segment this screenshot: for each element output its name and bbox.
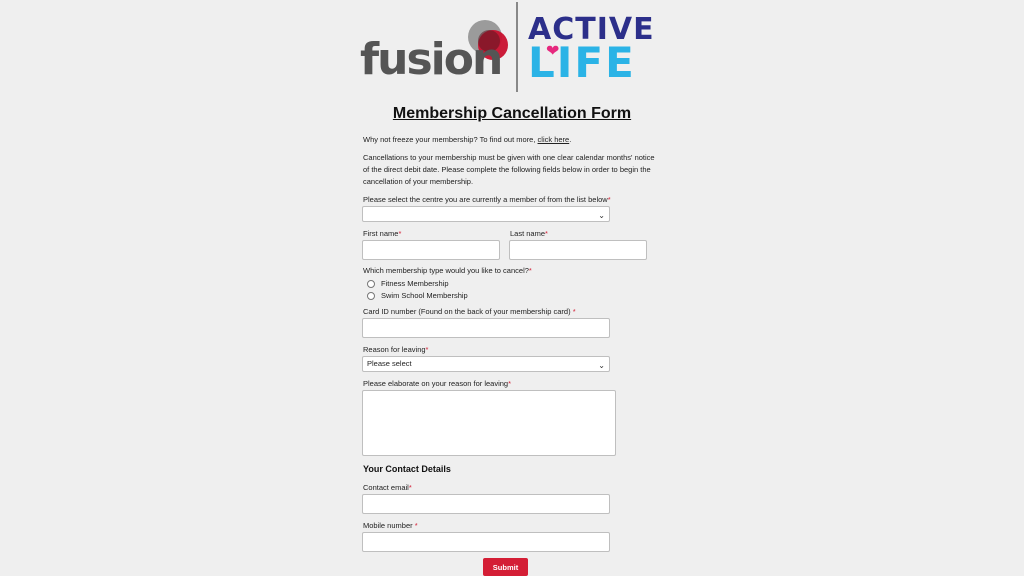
required-mark: * (508, 379, 512, 388)
submit-button[interactable]: Submit (483, 558, 528, 576)
card-id-input[interactable] (362, 318, 610, 338)
life-logo-text: LIFE (528, 38, 636, 87)
notice-line-1: Cancellations to your membership must be… (363, 153, 655, 162)
email-label-text: Contact email (363, 483, 409, 492)
freeze-link[interactable]: click here (538, 135, 570, 144)
mobile-label: Mobile number * (363, 521, 418, 530)
card-id-label: Card ID number (Found on the back of you… (363, 307, 576, 316)
reason-select-value: Please select (367, 359, 412, 368)
required-mark: * (545, 229, 548, 238)
notice-line-2: of the direct debit date. Please complet… (363, 165, 651, 174)
last-name-label: Last name* (510, 229, 548, 238)
centre-label: Please select the centre you are current… (363, 195, 611, 204)
required-mark: * (607, 195, 611, 204)
reason-label: Reason for leaving* (363, 345, 428, 354)
required-mark: * (408, 483, 412, 492)
radio-swim-school-membership[interactable]: Swim School Membership (367, 291, 468, 301)
chevron-down-icon: ⌄ (598, 211, 605, 220)
centre-label-text: Please select the centre you are current… (363, 195, 608, 204)
chevron-down-icon: ⌄ (598, 361, 605, 370)
elaborate-label: Please elaborate on your reason for leav… (363, 379, 511, 388)
email-label: Contact email* (363, 483, 412, 492)
email-input[interactable] (362, 494, 610, 514)
radio-label: Swim School Membership (381, 291, 468, 300)
membership-type-label: Which membership type would you like to … (363, 266, 532, 275)
membership-type-label-text: Which membership type would you like to … (363, 266, 529, 275)
freeze-text: Why not freeze your membership? To find … (363, 134, 571, 146)
contact-details-heading: Your Contact Details (363, 464, 451, 474)
freeze-suffix: . (569, 135, 572, 144)
centre-select[interactable]: ⌄ (362, 206, 610, 222)
page: fusion ACTIVE LIFE ❤ Membership Cancella… (0, 0, 1024, 576)
notice-line-3: cancellation of your membership. (363, 177, 474, 186)
reason-select[interactable]: Please select ⌄ (362, 356, 610, 372)
card-id-label-text: Card ID number (Found on the back of you… (363, 307, 573, 316)
required-mark: * (425, 345, 429, 354)
last-name-label-text: Last name (510, 229, 546, 238)
freeze-prefix: Why not freeze your membership? To find … (363, 135, 538, 144)
required-mark: * (528, 266, 532, 275)
last-name-input[interactable] (509, 240, 647, 260)
heart-icon: ❤ (546, 43, 560, 60)
radio-button[interactable] (367, 280, 375, 289)
mobile-label-text: Mobile number (363, 521, 415, 530)
fusion-logo-text: fusion (360, 34, 503, 85)
mobile-input[interactable] (362, 532, 610, 552)
radio-label: Fitness Membership (381, 279, 449, 288)
active-life-logo: ACTIVE LIFE ❤ (528, 14, 668, 86)
required-mark: * (414, 521, 418, 530)
form-title: Membership Cancellation Form (392, 105, 632, 122)
required-mark: * (398, 229, 402, 238)
reason-label-text: Reason for leaving (363, 345, 426, 354)
required-mark: * (572, 307, 576, 316)
elaborate-label-text: Please elaborate on your reason for leav… (363, 379, 509, 388)
fusion-logo: fusion (360, 16, 510, 85)
first-name-label-text: First name (363, 229, 399, 238)
radio-fitness-membership[interactable]: Fitness Membership (367, 279, 449, 289)
first-name-label: First name* (363, 229, 401, 238)
logo-divider (516, 2, 518, 92)
first-name-input[interactable] (362, 240, 500, 260)
elaborate-textarea[interactable] (362, 390, 616, 456)
radio-button[interactable] (367, 292, 375, 301)
